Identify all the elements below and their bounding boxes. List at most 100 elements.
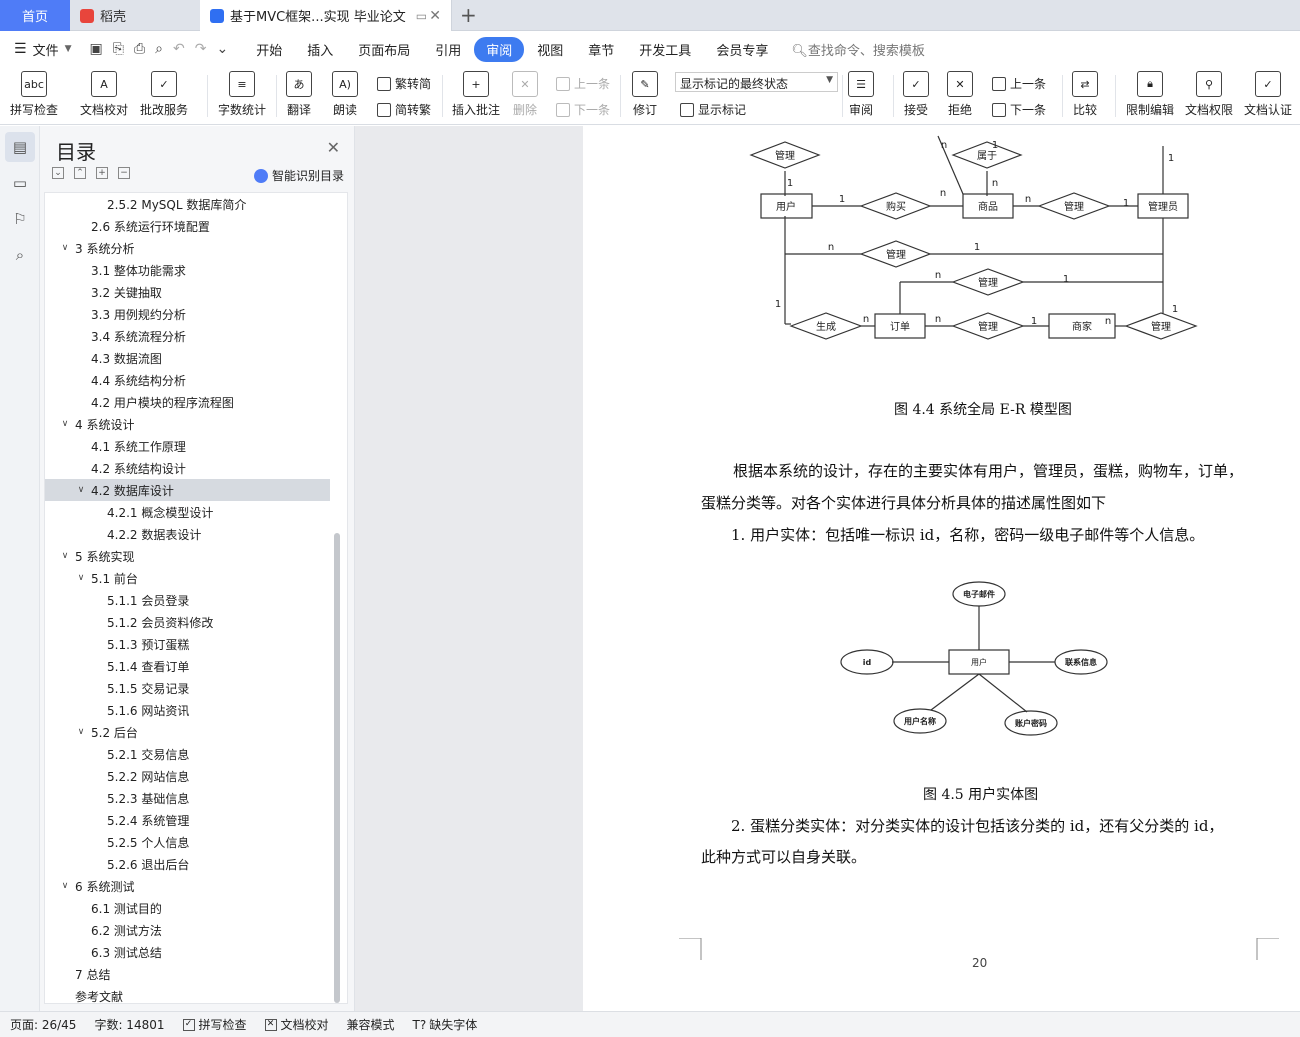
remove-heading-icon[interactable]: − — [118, 167, 130, 179]
review-pane-button[interactable]: ☰ 审阅 — [848, 71, 874, 118]
bookmark-icon[interactable]: ⚐ — [5, 204, 35, 234]
prev-change-button[interactable]: 上一条 — [992, 75, 1046, 92]
chevron-down-icon[interactable]: ∨ — [75, 727, 87, 737]
chevron-down-icon[interactable]: ∨ — [59, 419, 71, 429]
menu-tab-4[interactable]: 审阅 — [474, 36, 525, 62]
menu-tab-1[interactable]: 插入 — [295, 37, 345, 62]
delete-comment-button[interactable]: ✕ 删除 — [512, 71, 538, 118]
save-icon[interactable]: ▣ — [90, 41, 103, 57]
outline-item[interactable]: 3.3 用例规约分析 — [45, 303, 330, 325]
close-tab-icon[interactable]: ✕ — [429, 8, 441, 24]
export-icon[interactable]: ⎘ — [113, 41, 124, 57]
smart-toc-button[interactable]: 智能识别目录 — [253, 167, 344, 184]
next-change-button[interactable]: 下一条 — [992, 101, 1046, 118]
batch-service-button[interactable]: ✓ 批改服务 — [140, 71, 188, 118]
compare-button[interactable]: ⇄ 比较 — [1072, 71, 1098, 118]
outline-item[interactable]: 参考文献 — [45, 985, 330, 1004]
outline-item[interactable]: 5.2.1 交易信息 — [45, 743, 330, 765]
outline-item[interactable]: ∨ 6 系统测试 — [45, 875, 330, 897]
preview-icon[interactable]: ⌕ — [155, 41, 163, 57]
collapse-icon[interactable]: ⌃ — [74, 167, 86, 179]
outline-icon[interactable]: ▤ — [5, 132, 35, 162]
word-count-button[interactable]: ≡ 字数统计 — [218, 71, 266, 118]
outline-scrollbar[interactable] — [334, 533, 340, 1003]
chevron-down-icon[interactable]: ∨ — [75, 573, 87, 583]
markup-state-select[interactable]: 显示标记的最终状态 ▼ — [675, 72, 838, 92]
accept-button[interactable]: ✓ 接受 — [903, 71, 929, 118]
outline-item[interactable]: 5.2.6 退出后台 — [45, 853, 330, 875]
outline-item[interactable]: 5.1.2 会员资料修改 — [45, 611, 330, 633]
file-menu[interactable]: ☰ 文件 ▼ — [14, 40, 72, 59]
menu-tab-2[interactable]: 页面布局 — [346, 37, 422, 62]
outline-item[interactable]: ∨ 5.2 后台 — [45, 721, 330, 743]
expand-icon[interactable]: ⌄ — [52, 167, 64, 179]
outline-item[interactable]: 5.1.6 网站资讯 — [45, 699, 330, 721]
tab-home[interactable]: 首页 — [0, 0, 70, 31]
outline-item[interactable]: 4.2 系统结构设计 — [45, 457, 330, 479]
menu-tab-6[interactable]: 章节 — [576, 37, 626, 62]
more-icon[interactable]: ⌄ — [216, 41, 228, 57]
outline-item[interactable]: 4.4 系统结构分析 — [45, 369, 330, 391]
outline-item[interactable]: 4.2.2 数据表设计 — [45, 523, 330, 545]
menu-tab-5[interactable]: 视图 — [525, 37, 575, 62]
outline-item[interactable]: 5.1.5 交易记录 — [45, 677, 330, 699]
trad-to-simp-button[interactable]: 繁转简 — [377, 75, 431, 92]
insert-comment-button[interactable]: + 插入批注 — [452, 71, 500, 118]
outline-item[interactable]: 4.1 系统工作原理 — [45, 435, 330, 457]
tab-daoke[interactable]: 稻壳 — [70, 0, 200, 31]
outline-item[interactable]: 2.6 系统运行环境配置 — [45, 215, 330, 237]
outline-item[interactable]: 5.1.1 会员登录 — [45, 589, 330, 611]
tab-document[interactable]: 基于MVC框架...实现 毕业论文 ▭ ✕ — [200, 0, 452, 31]
outline-item[interactable]: 5.2.3 基础信息 — [45, 787, 330, 809]
undo-icon[interactable]: ↶ — [173, 41, 185, 57]
outline-item[interactable]: 7 总结 — [45, 963, 330, 985]
outline-item[interactable]: 3.1 整体功能需求 — [45, 259, 330, 281]
outline-item[interactable]: 6.3 测试总结 — [45, 941, 330, 963]
chevron-down-icon[interactable]: ∨ — [59, 881, 71, 891]
word-count[interactable]: 字数: 14801 — [94, 1016, 164, 1033]
prev-comment-button[interactable]: 上一条 — [556, 75, 610, 92]
print-icon[interactable]: ⎙ — [134, 41, 145, 57]
outline-item[interactable]: 4.3 数据流图 — [45, 347, 330, 369]
chevron-down-icon[interactable]: ∨ — [59, 551, 71, 561]
status-doc-check[interactable]: ✕ 文档校对 — [264, 1016, 329, 1033]
track-changes-button[interactable]: ✎ 修订 — [632, 71, 658, 118]
outline-item[interactable]: 6.1 测试目的 — [45, 897, 330, 919]
outline-item[interactable]: 3.4 系统流程分析 — [45, 325, 330, 347]
outline-item[interactable]: 6.2 测试方法 — [45, 919, 330, 941]
outline-item[interactable]: ∨ 5.1 前台 — [45, 567, 330, 589]
doc-auth-button[interactable]: ✓ 文档认证 — [1244, 71, 1292, 118]
menu-tab-8[interactable]: 会员专享 — [704, 37, 780, 62]
outline-item[interactable]: ∨ 4 系统设计 — [45, 413, 330, 435]
redo-icon[interactable]: ↷ — [195, 41, 207, 57]
menu-tab-0[interactable]: 开始 — [244, 37, 294, 62]
restrict-edit-button[interactable]: 🔒︎ 限制编辑 — [1126, 71, 1174, 118]
outline-item[interactable]: 2.5.2 MySQL 数据库简介 — [45, 193, 330, 215]
next-comment-button[interactable]: 下一条 — [556, 101, 610, 118]
outline-item[interactable]: 5.2.5 个人信息 — [45, 831, 330, 853]
outline-item[interactable]: 5.1.3 预订蛋糕 — [45, 633, 330, 655]
doc-check-button[interactable]: A 文档校对 — [80, 71, 128, 118]
outline-item[interactable]: 5.1.4 查看订单 — [45, 655, 330, 677]
close-icon[interactable]: ✕ — [327, 138, 340, 157]
status-spell-check[interactable]: ✓ 拼写检查 — [182, 1016, 247, 1033]
window-icon[interactable]: ▭ — [416, 9, 427, 23]
reject-button[interactable]: ✕ 拒绝 — [947, 71, 973, 118]
search-icon[interactable]: ⌕ — [5, 240, 35, 270]
command-search[interactable]: 🔍︎查找命令、搜索模板 — [791, 40, 925, 59]
read-aloud-button[interactable]: A) 朗读 — [332, 71, 358, 118]
chevron-down-icon[interactable]: ∨ — [75, 485, 87, 495]
page-indicator[interactable]: 页面: 26/45 — [10, 1016, 76, 1033]
outline-item[interactable]: ∨ 5 系统实现 — [45, 545, 330, 567]
simp-to-trad-button[interactable]: 简转繁 — [377, 101, 431, 118]
spell-check-button[interactable]: abc 拼写检查 — [10, 71, 58, 118]
missing-font[interactable]: T? 缺失字体 — [413, 1016, 478, 1033]
new-tab-button[interactable]: + — [460, 3, 477, 27]
doc-permission-button[interactable]: ⚲ 文档权限 — [1185, 71, 1233, 118]
show-markup-button[interactable]: 显示标记 — [680, 101, 746, 118]
menu-tab-3[interactable]: 引用 — [423, 37, 473, 62]
translate-button[interactable]: あ翻译 — [286, 71, 312, 118]
outline-item[interactable]: 4.2.1 概念模型设计 — [45, 501, 330, 523]
outline-item[interactable]: 5.2.2 网站信息 — [45, 765, 330, 787]
outline-item[interactable]: 4.2 用户模块的程序流程图 — [45, 391, 330, 413]
